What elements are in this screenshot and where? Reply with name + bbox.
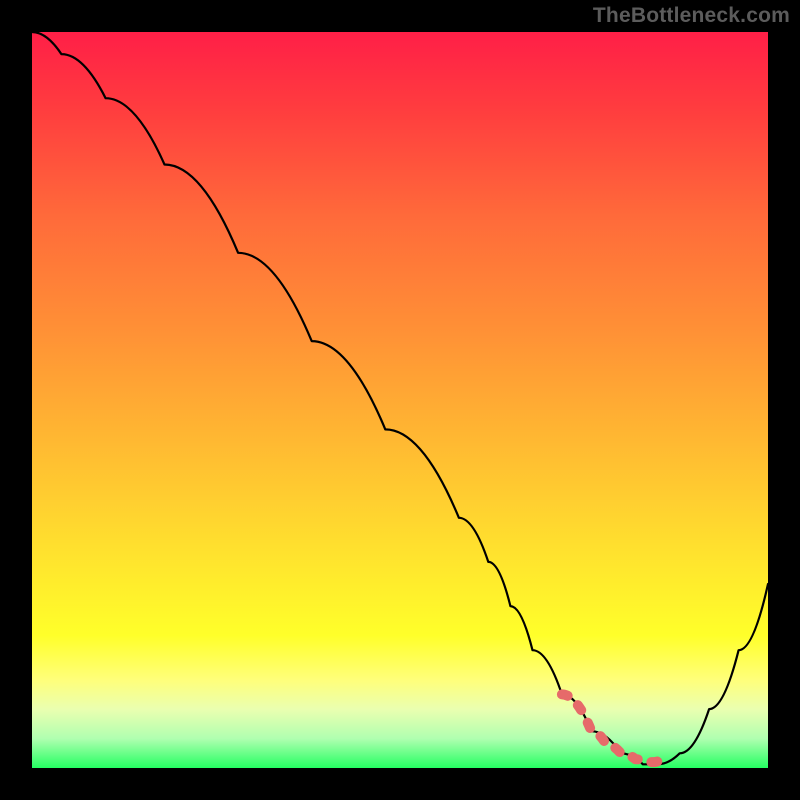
curve-layer <box>32 32 768 768</box>
plot-area <box>32 32 768 768</box>
chart-container: TheBottleneck.com <box>0 0 800 800</box>
bottleneck-curve <box>32 32 768 764</box>
optimal-zone-marker <box>562 694 665 762</box>
watermark-label: TheBottleneck.com <box>593 4 790 28</box>
